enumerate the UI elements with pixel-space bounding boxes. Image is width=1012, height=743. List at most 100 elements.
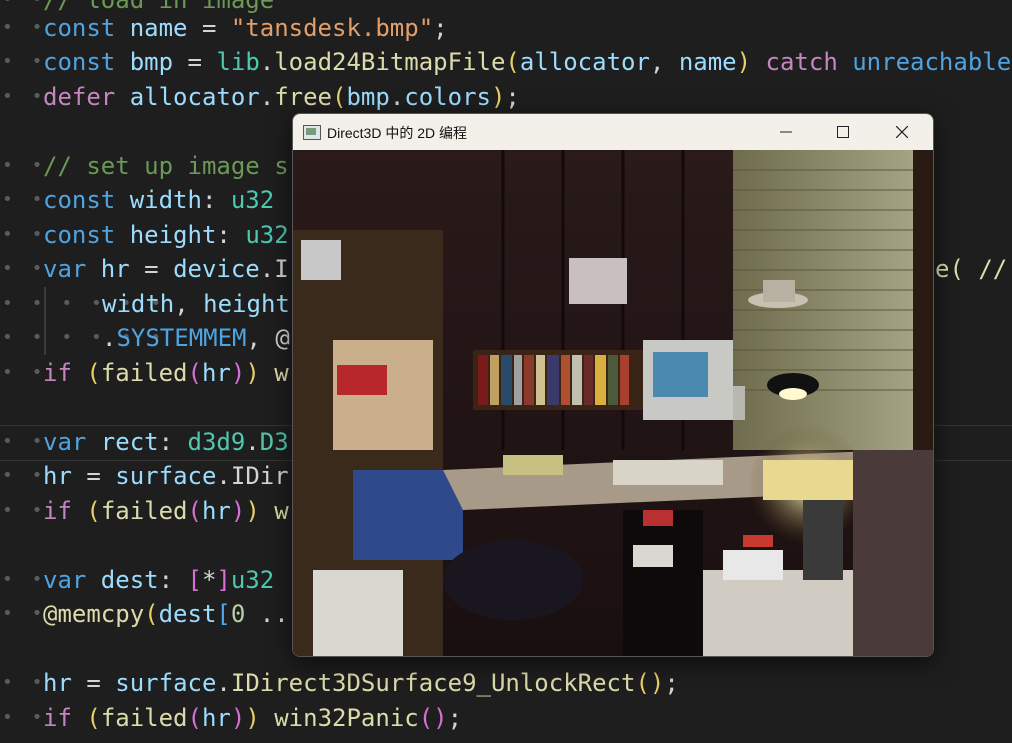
code-token: failed [100,704,188,732]
code-token: // set up image s [43,152,289,180]
code-token: e( // [935,255,1008,283]
whitespace-marker: • • [2,51,47,72]
code-token: ( [86,704,101,732]
code-token: ) [245,704,260,732]
code-token: = [187,14,231,42]
render-canvas[interactable] [293,150,933,656]
code-token: . [216,669,231,697]
code-token: ; [433,14,448,42]
whitespace-marker: • • [2,189,47,210]
code-token: hr [201,497,231,525]
minimize-button[interactable] [763,114,809,150]
code-token: height [203,290,290,318]
maximize-icon [837,126,849,138]
code-token: ( [505,48,520,76]
code-token: w [259,497,289,525]
code-token: win32Panic [259,704,419,732]
code-token: , [649,48,679,76]
code-token: failed [100,497,188,525]
code-token: hr [43,669,72,697]
code-token: if [43,497,87,525]
code-token: @memcpy [43,600,145,628]
code-token: [ [187,566,202,594]
code-text: .SYSTEMMEM, @ [102,321,290,355]
code-token: hr [201,704,231,732]
code-token: ( [187,704,202,732]
code-token: : [158,428,188,456]
code-token: IDirect3DSurface9_UnlockRect [230,669,636,697]
code-token: rect [100,428,159,456]
code-token: . [245,428,260,456]
code-token: : [216,221,246,249]
direct3d-window[interactable]: Direct3D 中的 2D 编程 [292,113,934,657]
code-token: . [259,83,275,111]
code-token: .IDir [216,462,289,490]
code-token: w [259,359,289,387]
code-token: failed [100,359,188,387]
code-token: u32 [230,566,275,594]
code-token: if [43,359,87,387]
code-token: name [678,48,737,76]
code-text: width, height [102,287,290,321]
code-token: hr [43,462,72,490]
code-token: ) [230,497,246,525]
code-token: u32 [245,221,289,249]
code-token: SYSTEMMEM [116,324,247,352]
code-token: ) [245,497,260,525]
code-token: .I [259,255,289,283]
window-titlebar[interactable]: Direct3D 中的 2D 编程 [293,114,933,150]
code-token: ( [187,359,202,387]
code-token: ) [230,704,246,732]
code-token: surface [115,669,217,697]
code-token: ) [736,48,752,76]
code-text: var dest: [*]u32 [43,563,274,597]
code-token: [ [216,600,231,628]
code-token: = [71,669,116,697]
whitespace-marker: • • [2,500,47,521]
code-token: . [102,324,117,352]
code-token: name [129,14,188,42]
desk-bitmap-image [293,150,933,656]
code-token: , [174,290,204,318]
code-token: width [129,186,202,214]
maximize-button[interactable] [820,114,866,150]
code-token: = [129,255,174,283]
code-token: ) [230,359,246,387]
code-token: hr [100,255,130,283]
code-token: unreachable [852,48,1012,76]
code-token: catch [751,48,853,76]
code-token: lib [216,48,260,76]
code-text: @memcpy(dest[0 .. [43,597,289,631]
code-token: if [43,704,87,732]
code-token: const [43,48,130,76]
code-token: , @ [246,324,290,352]
code-token: dest [158,600,217,628]
code-token: ] [216,566,231,594]
code-token: load24BitmapFile [274,48,506,76]
code-token: const [43,186,130,214]
code-text: // set up image s [43,149,289,183]
code-token: ( [144,600,159,628]
code-token: defer [43,83,130,111]
code-token: . [389,83,405,111]
whitespace-marker: • • [2,86,47,107]
code-token: * [201,566,217,594]
code-token: : [158,566,188,594]
app-window-icon [303,125,321,140]
code-token: allocator [129,83,260,111]
code-token: height [129,221,217,249]
whitespace-marker: • • [2,155,47,176]
code-token: . [259,48,275,76]
code-token: const [43,221,130,249]
code-token: () [635,669,665,697]
close-button[interactable] [879,114,925,150]
code-text: defer allocator.free(bmp.colors); [43,80,520,114]
code-text: hr = surface.IDirect3DSurface9_UnlockRec… [43,666,679,700]
whitespace-marker: • • [2,603,47,624]
whitespace-marker: • • [2,17,47,38]
window-title: Direct3D 中的 2D 编程 [327,125,468,141]
code-token: 0 [230,600,246,628]
whitespace-marker: • • [2,569,47,590]
code-text: var hr = device.I [43,252,289,286]
code-token: width [102,290,175,318]
